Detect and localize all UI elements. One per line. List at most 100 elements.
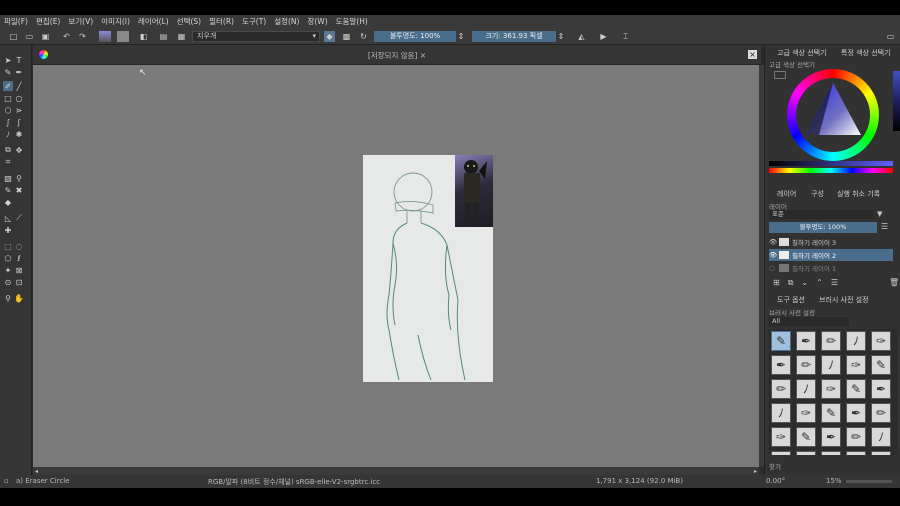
blend-mode-dropdown[interactable]: 표준 xyxy=(769,210,873,219)
select-shape-tool-icon[interactable]: ➤ xyxy=(3,55,13,65)
color-settings-icon[interactable] xyxy=(774,71,786,79)
wrap-around-icon[interactable]: ⌶ xyxy=(620,31,631,42)
brush-preset-tile[interactable]: ✒ xyxy=(821,427,841,447)
menu-image[interactable]: 이미지(I) xyxy=(101,16,130,27)
zoom-tool-icon[interactable]: ⚲ xyxy=(3,293,13,303)
transform-tool-icon[interactable]: ⧉ xyxy=(3,145,13,155)
saturation-triangle[interactable] xyxy=(787,69,879,161)
fill-tool-icon[interactable]: ◆ xyxy=(3,197,13,207)
polygon-tool-icon[interactable]: ⬡ xyxy=(3,105,13,115)
paper-canvas[interactable] xyxy=(363,155,493,382)
menu-settings[interactable]: 설정(N) xyxy=(274,16,299,27)
line-tool-icon[interactable]: ╱ xyxy=(14,81,24,91)
dynamic-brush-tool-icon[interactable]: ﾉ xyxy=(3,129,13,139)
selection-icon[interactable]: ▫ xyxy=(4,477,9,485)
bezier-tool-icon[interactable]: ∫ xyxy=(3,117,13,127)
menu-window[interactable]: 창(W) xyxy=(307,16,327,27)
gradient-swatch[interactable] xyxy=(99,31,111,42)
preserve-alpha-icon[interactable]: ▩ xyxy=(341,31,352,42)
recent-colors-strip[interactable] xyxy=(893,71,900,131)
menu-filter[interactable]: 필터(R) xyxy=(209,16,234,27)
edit-shape-tool-icon[interactable]: ✎ xyxy=(3,67,13,77)
delete-layer-icon[interactable]: 🗑 xyxy=(889,278,899,287)
tab-specific-color-selector[interactable]: 특정 색상 선택기 xyxy=(841,48,891,58)
smart-patch-tool-icon[interactable]: ✖ xyxy=(14,185,24,195)
move-layer-down-icon[interactable]: ⌄ xyxy=(801,278,808,288)
freehand-path-tool-icon[interactable]: ʃ xyxy=(14,117,24,127)
layer-row[interactable]: ○ 칠하기 레이어 1 xyxy=(769,262,893,274)
tab-compositions[interactable]: 구성 xyxy=(811,189,824,199)
brush-preset-tile[interactable]: ✒ xyxy=(796,451,816,455)
menu-file[interactable]: 파일(F) xyxy=(4,16,28,27)
zoom-level-label[interactable]: 15% xyxy=(826,477,842,485)
rotation-label[interactable]: 0.00° xyxy=(766,477,785,485)
similar-select-tool-icon[interactable]: ⊠ xyxy=(14,265,24,275)
brush-preset-tile[interactable]: ✑ xyxy=(796,403,816,423)
brush-preset-tile[interactable]: ﾉ xyxy=(796,379,816,399)
brush-preset-tile[interactable]: ✎ xyxy=(821,403,841,423)
hue-ring[interactable] xyxy=(787,69,879,161)
tab-tool-options[interactable]: 도구 옵션 xyxy=(777,295,805,305)
brush-preset-tile[interactable]: ✏ xyxy=(821,331,841,351)
menu-select[interactable]: 선택(S) xyxy=(177,16,201,27)
ellipse-tool-icon[interactable]: ○ xyxy=(14,93,24,103)
close-document-icon[interactable]: × xyxy=(748,50,757,59)
polygon-select-tool-icon[interactable]: ⬠ xyxy=(3,253,13,263)
hue-slider[interactable] xyxy=(769,168,893,173)
gradient-tool-icon[interactable]: ▧ xyxy=(3,173,13,183)
brush-preset-tile[interactable]: ✒ xyxy=(871,379,891,399)
ellipse-select-tool-icon[interactable]: ◌ xyxy=(14,241,24,251)
duplicate-layer-icon[interactable]: ⧉ xyxy=(788,278,794,288)
layer-row-active[interactable]: 👁 칠하기 레이어 2 xyxy=(769,249,893,261)
undo-icon[interactable]: ↶ xyxy=(61,31,72,42)
canvas-only-icon[interactable]: ▭ xyxy=(885,31,896,42)
visibility-eye-icon[interactable]: 👁 xyxy=(769,238,779,246)
brush-preset-tile[interactable]: ✑ xyxy=(821,379,841,399)
open-folder-icon[interactable]: ▭ xyxy=(24,31,35,42)
text-tool-icon[interactable]: T xyxy=(14,55,24,65)
tab-layers[interactable]: 레이어 xyxy=(777,189,796,199)
rect-select-tool-icon[interactable]: ⬚ xyxy=(3,241,13,251)
size-slider[interactable]: 크기: 361.93 픽셀 xyxy=(472,31,556,42)
menu-view[interactable]: 보기(V) xyxy=(68,16,93,27)
pattern-swatch[interactable] xyxy=(117,31,129,42)
brush-preset-tile[interactable]: ✏ xyxy=(771,379,791,399)
rectangle-tool-icon[interactable]: □ xyxy=(3,93,13,103)
brush-preset-tile[interactable]: ✑ xyxy=(846,355,866,375)
brush-preset-tile[interactable]: ✒ xyxy=(796,331,816,351)
brush-preset-tile[interactable]: ﾉ xyxy=(871,427,891,447)
brush-preset-tile[interactable]: ﾉ xyxy=(846,451,866,455)
opacity-slider[interactable]: 불투명도: 100% xyxy=(374,31,456,42)
brush-preset-tile[interactable]: ✎ xyxy=(796,427,816,447)
freehand-brush-tool-icon[interactable]: ✐ xyxy=(3,81,13,91)
tab-brush-presets[interactable]: 브러시 사전 설정 xyxy=(819,295,869,305)
brush-preset-tile[interactable]: ✒ xyxy=(846,403,866,423)
brush-preset-tile[interactable]: ✎ xyxy=(846,379,866,399)
bezier-select-tool-icon[interactable]: ⊙ xyxy=(3,277,13,287)
scroll-right-icon[interactable]: ▸ xyxy=(754,468,757,475)
pan-tool-icon[interactable]: ✋ xyxy=(14,293,24,303)
crop-tool-icon[interactable]: ⌗ xyxy=(3,157,13,167)
brush-preset-tile[interactable]: ﾉ xyxy=(771,403,791,423)
brush-preset-tile[interactable]: ✎ xyxy=(871,355,891,375)
layer-menu-icon[interactable]: ☰ xyxy=(881,222,888,231)
brush-preset-tile[interactable]: ✑ xyxy=(771,427,791,447)
filter-icon[interactable]: ▼ xyxy=(877,210,882,218)
layer-properties-icon[interactable]: ☰ xyxy=(831,278,838,288)
brush-preset-icon[interactable]: ▤ xyxy=(158,31,169,42)
brush-preset-tile[interactable]: ✑ xyxy=(871,331,891,351)
calligraphy-tool-icon[interactable]: ✒ xyxy=(14,67,24,77)
brush-preset-tile[interactable]: ﾉ xyxy=(846,331,866,351)
reload-preset-icon[interactable]: ↻ xyxy=(358,31,369,42)
brush-preset-tile[interactable]: ✏ xyxy=(871,403,891,423)
layer-name[interactable]: 칠하기 레이어 1 xyxy=(792,263,836,273)
document-title[interactable]: [저장되지 않음] × xyxy=(33,50,761,61)
scroll-left-icon[interactable]: ◂ xyxy=(35,468,38,475)
canvas-viewport[interactable]: ↖ xyxy=(33,65,759,467)
move-tool-icon[interactable]: ✥ xyxy=(14,145,24,155)
brush-preset-tile[interactable]: ﾉ xyxy=(821,355,841,375)
blend-mode-select[interactable]: 지우개 ▾ xyxy=(192,31,320,42)
layer-opacity-slider[interactable]: 불투명도: 100% xyxy=(769,222,877,233)
tab-advanced-color-selector[interactable]: 고급 색상 선택기 xyxy=(777,48,827,58)
measure-tool-icon[interactable]: ⟋ xyxy=(14,213,24,223)
